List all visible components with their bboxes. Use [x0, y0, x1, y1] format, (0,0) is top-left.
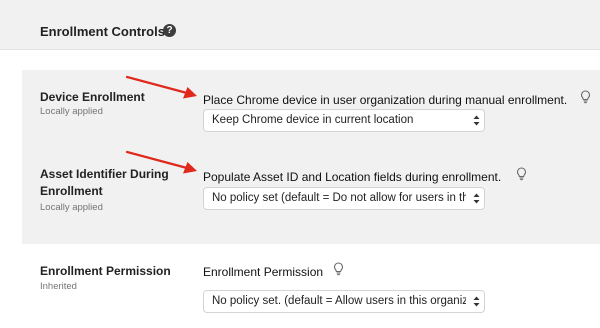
enrollment-permission-select-value: No policy set. (default = Allow users in… [212, 295, 466, 307]
enrollment-permission-policy-text: Enrollment Permission [203, 265, 324, 279]
updown-chevron-icon [473, 115, 480, 126]
help-icon[interactable]: ? [163, 24, 176, 37]
device-enrollment-status: Locally applied [40, 106, 103, 117]
section-title: Enrollment Controls [40, 24, 165, 39]
device-enrollment-select[interactable]: Keep Chrome device in current location [203, 109, 485, 132]
asset-identifier-policy-text: Populate Asset ID and Location fields du… [203, 170, 502, 184]
enrollment-permission-label: Enrollment Permission [40, 263, 171, 280]
lightbulb-icon[interactable] [580, 90, 591, 104]
red-arrow-annotation [125, 150, 197, 174]
device-enrollment-select-value: Keep Chrome device in current location [212, 114, 414, 126]
device-enrollment-policy-text: Place Chrome device in user organization… [203, 93, 568, 107]
lightbulb-icon[interactable] [333, 262, 344, 276]
asset-identifier-status: Locally applied [40, 202, 103, 213]
enrollment-permission-label-line: Enrollment Permission [40, 264, 171, 278]
red-arrow-annotation [125, 75, 197, 99]
asset-identifier-select-value: No policy set (default = Do not allow fo… [212, 192, 466, 204]
asset-identifier-select[interactable]: No policy set (default = Do not allow fo… [203, 187, 485, 210]
enrollment-permission-select[interactable]: No policy set. (default = Allow users in… [203, 290, 485, 313]
asset-identifier-label-line-2: Enrollment [40, 184, 103, 198]
enrollment-permission-status: Inherited [40, 281, 77, 292]
updown-chevron-icon [473, 296, 480, 307]
section-header: Enrollment Controls ? [0, 0, 600, 50]
updown-chevron-icon [473, 193, 480, 204]
lightbulb-icon[interactable] [516, 167, 527, 181]
